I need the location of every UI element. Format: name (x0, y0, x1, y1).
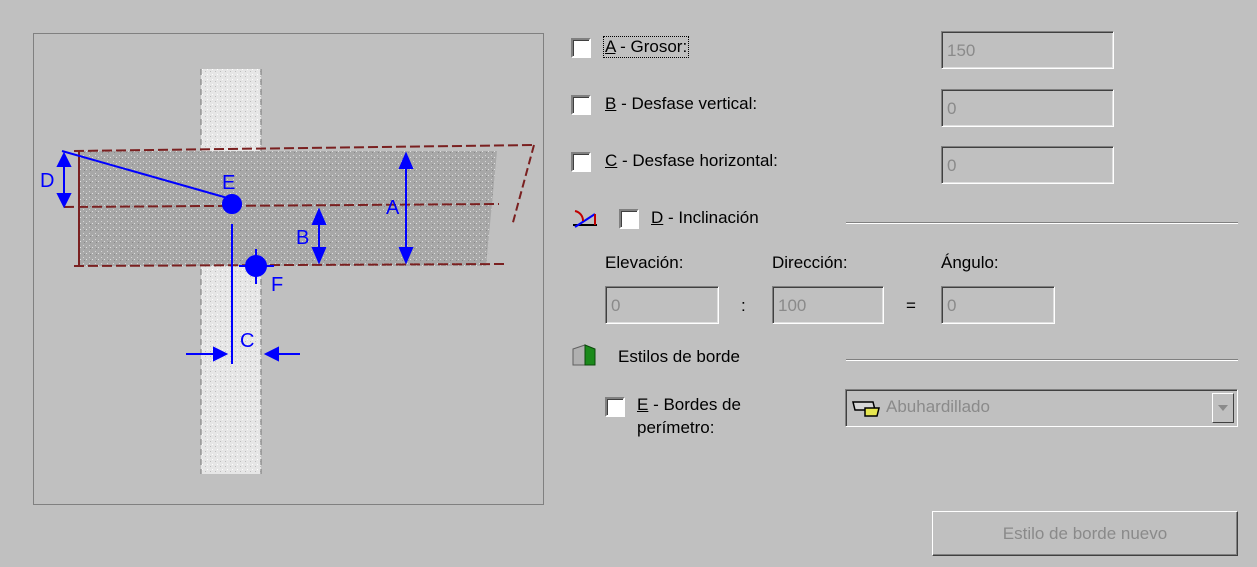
slope-separator (846, 222, 1238, 224)
label-b: B (296, 227, 309, 249)
angle-field[interactable]: 0 (941, 286, 1055, 324)
vertical-offset-label: B - Desfase vertical: (605, 94, 758, 113)
edge-style-selected: Abuhardillado (886, 397, 990, 416)
direction-label: Dirección: (772, 253, 848, 272)
label-f: F (271, 274, 283, 296)
elevation-label: Elevación: (605, 253, 684, 272)
slab-diagram: D E A B F C (40, 69, 535, 474)
equals-sign: = (906, 296, 916, 315)
colon-sign: : (741, 296, 746, 315)
edge-styles-title: Estilos de borde (618, 347, 740, 366)
slab-shape (79, 151, 497, 266)
slope-checkbox[interactable] (619, 209, 639, 229)
preview-diagram: D E A B F C (33, 33, 544, 505)
perimeter-edges-label-line1: E - Bordes de (637, 395, 741, 414)
edge-styles-separator (846, 359, 1238, 361)
elevation-field[interactable]: 0 (605, 286, 719, 324)
label-e: E (222, 172, 235, 194)
label-c: C (240, 330, 254, 352)
slope-label: D - Inclinación (651, 208, 759, 227)
horizontal-offset-checkbox[interactable] (571, 152, 591, 172)
chevron-down-icon (1218, 405, 1228, 411)
label-a: A (386, 197, 400, 219)
slope-icon (573, 210, 597, 228)
thickness-field[interactable]: 150 (941, 31, 1114, 69)
dropdown-arrow-button[interactable] (1212, 393, 1234, 423)
perimeter-edges-checkbox[interactable] (605, 397, 625, 417)
new-edge-style-button[interactable]: Estilo de borde nuevo (932, 511, 1238, 556)
horizontal-offset-label: C - Desfase horizontal: (605, 151, 778, 170)
vertical-offset-checkbox[interactable] (571, 95, 591, 115)
label-d: D (40, 170, 54, 192)
edge-style-dropdown[interactable]: Abuhardillado (845, 389, 1238, 427)
thickness-label: A - Grosor: (602, 36, 690, 58)
edge-style-icon (572, 344, 596, 366)
thickness-checkbox[interactable] (571, 38, 591, 58)
angle-label: Ángulo: (941, 253, 999, 272)
edge-style-paint-icon (852, 401, 880, 417)
horizontal-offset-field[interactable]: 0 (941, 146, 1114, 184)
perimeter-edges-label-line2: perímetro: (637, 418, 715, 437)
vertical-offset-field[interactable]: 0 (941, 89, 1114, 127)
direction-field[interactable]: 100 (772, 286, 884, 324)
point-e-marker (222, 194, 242, 214)
